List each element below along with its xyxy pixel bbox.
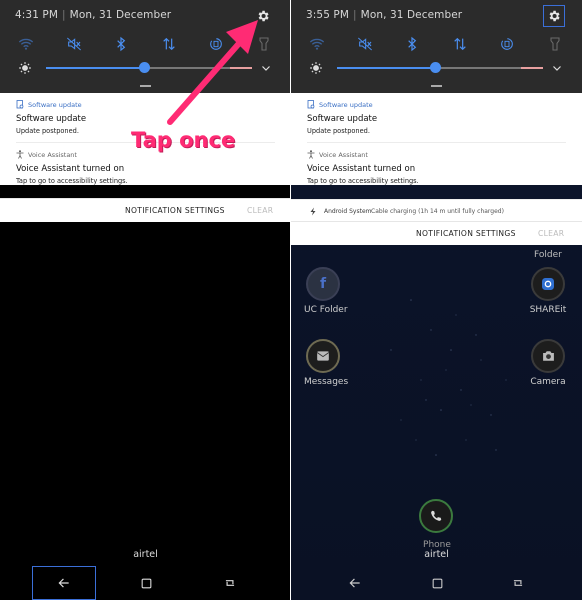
sound-toggle[interactable] bbox=[355, 34, 375, 54]
brightness-icon bbox=[19, 62, 31, 74]
status-time: 3:55 PM bbox=[306, 9, 350, 21]
wifi-toggle[interactable] bbox=[16, 34, 36, 54]
bluetooth-toggle[interactable] bbox=[111, 34, 131, 54]
clear-button[interactable]: CLEAR bbox=[538, 229, 564, 238]
back-icon bbox=[349, 578, 360, 588]
app-phone[interactable] bbox=[417, 499, 455, 533]
wifi-icon bbox=[309, 38, 325, 50]
software-update-icon bbox=[16, 100, 24, 109]
left-screen: 4:31 PM | Mon, 31 December Software upda… bbox=[0, 0, 291, 600]
notification-title: Voice Assistant turned on bbox=[16, 164, 125, 174]
carrier-label: airtel bbox=[424, 549, 449, 560]
auto-rotate-toggle[interactable] bbox=[497, 34, 517, 54]
brightness-row bbox=[307, 61, 569, 75]
notification-android-system[interactable]: Android System Cable charging (1h 14 m u… bbox=[291, 199, 582, 221]
flashlight-toggle[interactable] bbox=[545, 34, 565, 54]
notification-title: Voice Assistant turned on bbox=[307, 164, 416, 174]
notification-app-row: Software update bbox=[307, 99, 566, 110]
recents-button[interactable] bbox=[498, 566, 538, 600]
clear-button[interactable]: CLEAR bbox=[247, 206, 273, 215]
settings-gear-button[interactable] bbox=[543, 5, 565, 27]
navigation-bar bbox=[0, 566, 291, 600]
status-date: Mon, 31 December bbox=[360, 9, 463, 21]
quick-panel: 3:55 PM | Mon, 31 December bbox=[291, 0, 582, 93]
notification-voice-assistant[interactable]: Voice Assistant Voice Assistant turned o… bbox=[291, 143, 582, 185]
back-button[interactable] bbox=[32, 566, 96, 600]
notification-body: Tap to go to accessibility settings. bbox=[307, 177, 419, 185]
accessibility-icon bbox=[307, 150, 315, 159]
recents-icon bbox=[513, 580, 523, 586]
brightness-fill bbox=[46, 67, 145, 69]
home-button[interactable] bbox=[126, 566, 166, 600]
notification-app-row: Voice Assistant bbox=[307, 149, 566, 160]
app-uc-folder[interactable]: f UC Folder bbox=[304, 267, 348, 315]
chevron-down-icon[interactable] bbox=[551, 62, 563, 74]
app-messages[interactable]: Messages bbox=[304, 339, 348, 387]
back-icon bbox=[58, 578, 69, 588]
recents-icon bbox=[225, 580, 235, 586]
data-transfer-icon bbox=[454, 37, 466, 51]
app-shareit[interactable]: SHAREit bbox=[529, 267, 567, 315]
notification-body: Tap to go to accessibility settings. bbox=[16, 177, 128, 185]
software-update-icon bbox=[307, 100, 315, 109]
accessibility-icon bbox=[16, 150, 24, 159]
rotate-icon bbox=[501, 38, 513, 50]
app-camera[interactable]: Camera bbox=[529, 339, 567, 387]
status-time: 4:31 PM bbox=[15, 9, 59, 21]
notification-title: Software update bbox=[307, 114, 378, 124]
annotation-text: Tap once bbox=[131, 128, 236, 152]
right-screen: 3:55 PM | Mon, 31 December Software upda… bbox=[291, 0, 582, 600]
uc-folder-icon: f bbox=[306, 267, 340, 301]
home-button[interactable] bbox=[417, 566, 457, 600]
sound-off-icon bbox=[358, 37, 372, 51]
notification-list: Software update Software update Update p… bbox=[291, 93, 582, 185]
wifi-toggle[interactable] bbox=[307, 34, 327, 54]
notification-settings-button[interactable]: NOTIFICATION SETTINGS bbox=[416, 229, 516, 238]
back-button[interactable] bbox=[335, 566, 375, 600]
bluetooth-icon bbox=[408, 36, 417, 52]
status-bar: 4:31 PM | Mon, 31 December bbox=[15, 9, 172, 21]
charging-icon bbox=[310, 207, 316, 216]
shareit-icon bbox=[531, 267, 565, 301]
status-bar: 3:55 PM | Mon, 31 December bbox=[306, 9, 463, 21]
wifi-icon bbox=[18, 38, 34, 50]
brightness-slider-thumb[interactable] bbox=[139, 62, 151, 73]
carrier-label: airtel bbox=[133, 549, 158, 560]
mobile-data-toggle[interactable] bbox=[450, 34, 470, 54]
bluetooth-toggle[interactable] bbox=[402, 34, 422, 54]
recents-button[interactable] bbox=[210, 566, 250, 600]
brightness-icon bbox=[310, 62, 322, 74]
flashlight-icon bbox=[550, 37, 560, 51]
brightness-max-marker bbox=[521, 67, 543, 69]
bluetooth-icon bbox=[117, 36, 126, 52]
notification-footer: NOTIFICATION SETTINGS CLEAR bbox=[0, 198, 291, 222]
messages-icon bbox=[306, 339, 340, 373]
camera-icon bbox=[531, 339, 565, 373]
quick-settings-row bbox=[305, 34, 575, 54]
notification-software-update[interactable]: Software update Software update Update p… bbox=[291, 93, 582, 143]
notification-body: Update postponed. bbox=[307, 127, 370, 135]
panel-drag-handle[interactable] bbox=[431, 85, 442, 87]
notification-footer: NOTIFICATION SETTINGS CLEAR bbox=[291, 221, 582, 245]
gear-icon bbox=[549, 10, 560, 22]
sound-off-icon bbox=[67, 37, 81, 51]
brightness-fill bbox=[337, 67, 436, 69]
navigation-bar bbox=[291, 566, 582, 600]
folder-label: Folder bbox=[534, 250, 562, 260]
brightness-slider-thumb[interactable] bbox=[430, 62, 442, 73]
phone-icon bbox=[419, 499, 453, 533]
home-icon bbox=[432, 578, 442, 588]
sound-toggle[interactable] bbox=[64, 34, 84, 54]
home-icon bbox=[141, 578, 151, 588]
notification-settings-button[interactable]: NOTIFICATION SETTINGS bbox=[125, 206, 225, 215]
annotation-arrow bbox=[167, 20, 258, 125]
